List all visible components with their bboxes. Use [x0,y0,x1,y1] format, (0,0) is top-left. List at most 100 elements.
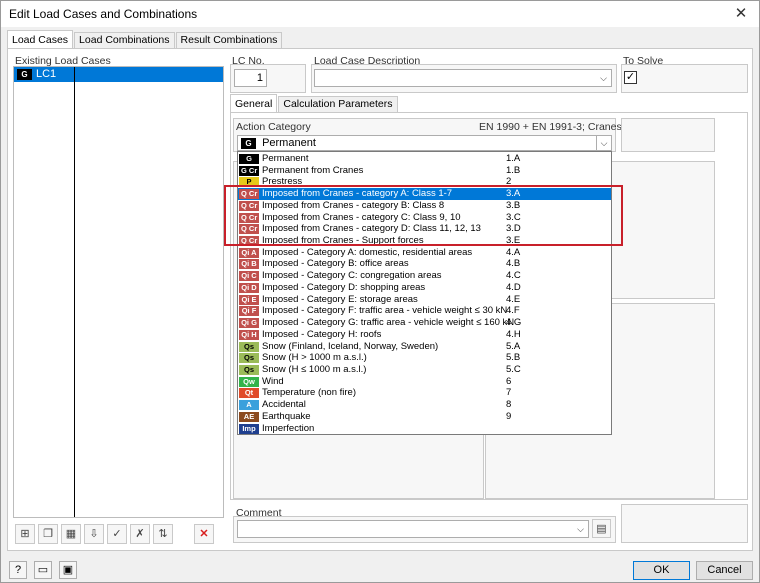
load-type-badge: Qw [239,376,259,387]
option-code: 4.D [506,281,521,293]
dropdown-option[interactable]: Qs Snow (H ≤ 1000 m a.s.l.) 5.C [238,364,611,376]
renumber-icon[interactable]: ▦ [61,524,81,544]
to-solve-checkbox[interactable]: ✓ [624,71,637,84]
option-code: 4.F [506,305,520,317]
dropdown-option[interactable]: Qi C Imposed - Category C: congregation a… [238,270,611,282]
copy-icon[interactable]: ❐ [38,524,58,544]
load-type-badge: Qi C [239,271,259,282]
chevron-down-icon[interactable]: ⌵ [573,521,588,537]
cancel-button[interactable]: Cancel [696,561,753,580]
option-code: 5.C [506,363,521,375]
dropdown-option[interactable]: Qi G Imposed - Category G: traffic area -… [238,317,611,329]
import-icon[interactable]: ⇩ [84,524,104,544]
option-label: Imposed - Category B: office areas [262,258,409,270]
list-item[interactable]: G LC1 [14,67,223,82]
load-type-badge: Imp [239,423,259,434]
dropdown-option[interactable]: Qw Wind 6 [238,376,611,388]
option-label: Snow (H > 1000 m a.s.l.) [262,352,367,364]
to-solve-group [621,64,748,93]
check-icon[interactable]: ✓ [107,524,127,544]
sort-icon[interactable]: ⇅ [153,524,173,544]
load-type-badge: Qi F [239,306,259,317]
right-comment-group [621,504,748,543]
load-type-badge: Qs [239,364,259,375]
option-code: 4.B [506,258,521,270]
dropdown-option[interactable]: Qi F Imposed - Category F: traffic area -… [238,305,611,317]
dialog-window: Edit Load Cases and Combinations ✕ Load … [0,0,760,583]
load-type-badge: G [239,154,259,164]
close-icon[interactable]: ✕ [723,1,759,27]
option-code: 4.G [506,317,522,329]
title-bar: Edit Load Cases and Combinations ✕ [1,1,759,27]
uncheck-icon[interactable]: ✗ [130,524,150,544]
load-type-badge: Qi E [239,294,259,305]
load-type-badge: G [241,137,256,149]
tab-general[interactable]: General [230,94,278,112]
open-icon[interactable]: ▭ [34,561,52,579]
tab-calculation-parameters[interactable]: Calculation Parameters [278,96,398,112]
save-icon[interactable]: ▣ [59,561,77,579]
dropdown-option[interactable]: Qs Snow (H > 1000 m a.s.l.) 5.B [238,352,611,364]
option-label: Snow (Finland, Iceland, Norway, Sweden) [262,340,439,352]
dropdown-option[interactable]: AE Earthquake 9 [238,411,611,423]
dropdown-option[interactable]: Qi H Imposed - Category H: roofs 4.H [238,329,611,341]
option-code: 1.A [506,153,521,164]
load-type-badge: Qi A [239,247,259,258]
lc-no-input[interactable]: 1 [234,69,267,87]
comment-library-icon[interactable]: ▤ [592,519,611,538]
comment-combo[interactable]: ⌵ [237,520,589,538]
right-group-1 [621,118,715,152]
option-label: Wind [262,375,284,387]
option-label: Imperfection [262,422,315,434]
help-icon[interactable]: ? [9,561,27,579]
dropdown-option[interactable]: G Permanent 1.A [238,153,611,165]
action-category-value: Permanent [262,137,316,149]
option-code: 9 [506,410,512,422]
option-code: 5.B [506,352,521,364]
option-label: Imposed - Category E: storage areas [262,293,418,305]
load-type-badge: AE [239,411,259,422]
dropdown-option[interactable]: Qi D Imposed - Category D: shopping areas… [238,282,611,294]
dropdown-option[interactable]: Qs Snow (Finland, Iceland, Norway, Sweden… [238,341,611,353]
dropdown-option[interactable]: Qt Temperature (non fire) 7 [238,387,611,399]
option-label: Imposed - Category C: congregation areas [262,270,442,282]
load-type-badge: G Cr [239,165,260,176]
chevron-down-icon[interactable]: ⌵ [596,136,611,150]
new-load-case-icon[interactable]: ⊞ [15,524,35,544]
dropdown-option[interactable]: A Accidental 8 [238,399,611,411]
existing-load-cases-list[interactable]: G LC1 [13,66,224,518]
ok-button[interactable]: OK [633,561,690,580]
load-type-badge: G [17,69,32,80]
load-case-name: LC1 [36,68,57,80]
description-combo[interactable]: ⌵ [314,69,612,87]
option-label: Temperature (non fire) [262,387,356,399]
dropdown-option[interactable]: Qi E Imposed - Category E: storage areas 4… [238,294,611,306]
option-code: 5.A [506,340,521,352]
tab-result-combinations[interactable]: Result Combinations [175,32,283,48]
tab-load-cases[interactable]: Load Cases [7,30,74,48]
option-label: Snow (H ≤ 1000 m a.s.l.) [262,363,367,375]
delete-icon[interactable]: ✕ [194,524,214,544]
dropdown-option[interactable]: Imp Imperfection [238,423,611,435]
option-code: 8 [506,399,512,411]
option-code: 6 [506,375,512,387]
load-type-badge: Qi H [239,329,259,340]
option-label: Imposed - Category F: traffic area - veh… [262,305,508,317]
chevron-down-icon[interactable]: ⌵ [596,70,611,86]
dropdown-option[interactable]: G Cr Permanent from Cranes 1.B [238,165,611,177]
option-label: Imposed - Category G: traffic area - veh… [262,317,515,329]
option-label: Accidental [262,399,306,411]
option-label: Permanent from Cranes [262,164,364,176]
option-code: 7 [506,387,512,399]
action-category-label: Action Category [236,121,311,133]
tab-load-combinations[interactable]: Load Combinations [74,32,175,48]
main-tabs: Load Cases Load Combinations Result Comb… [7,30,283,48]
option-label: Earthquake [262,410,311,422]
column-divider [74,67,75,517]
option-code: 1.B [506,164,521,176]
dropdown-option[interactable]: Qi B Imposed - Category B: office areas 4.… [238,258,611,270]
option-code: 4.H [506,328,521,340]
action-category-combo[interactable]: G Permanent ⌵ [237,135,612,151]
dropdown-option[interactable]: Qi A Imposed - Category A: domestic, resi… [238,247,611,259]
option-code: 4.A [506,246,521,258]
